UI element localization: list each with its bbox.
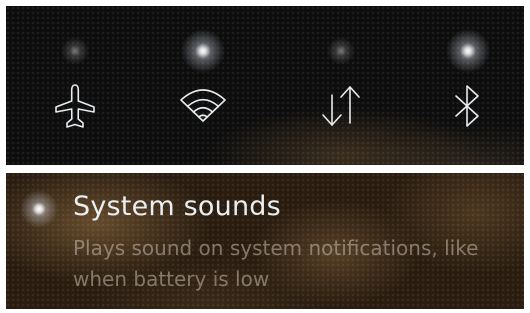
bluetooth-indicator [445,28,491,74]
flight-mode-toggle[interactable] [20,6,130,165]
bluetooth-toggle[interactable] [413,6,523,165]
bluetooth-icon [443,81,493,131]
mobile-data-icon [316,81,366,131]
system-sounds-indicator [19,189,59,229]
mobile-data-toggle[interactable] [286,6,396,165]
airplane-icon [50,81,100,131]
flight-mode-indicator [60,36,90,66]
wlan-toggle[interactable] [148,6,258,165]
system-sounds-switch[interactable]: System sounds Plays sound on system noti… [6,173,524,309]
wifi-icon [178,81,228,131]
quick-toggles-panel [6,6,524,165]
wlan-indicator [180,28,226,74]
system-sounds-description: Plays sound on system notifications, lik… [73,236,479,291]
system-sounds-title: System sounds [73,191,281,222]
mobile-data-indicator [326,36,356,66]
